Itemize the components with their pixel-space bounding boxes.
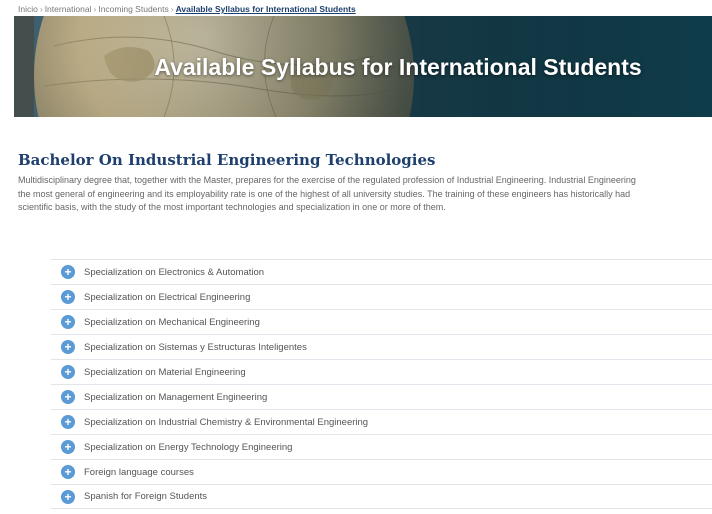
breadcrumb-separator: › [170, 4, 174, 14]
accordion-item[interactable]: + Specialization on Sistemas y Estructur… [51, 334, 712, 359]
banner-title: Available Syllabus for International Stu… [154, 54, 642, 80]
accordion-item[interactable]: + Spanish for Foreign Students [51, 484, 712, 509]
accordion-item-label: Specialization on Material Engineering [84, 366, 246, 378]
plus-circle-icon[interactable]: + [61, 390, 75, 404]
plus-circle-icon[interactable]: + [61, 265, 75, 279]
accordion-item-label: Specialization on Energy Technology Engi… [84, 441, 293, 453]
accordion-item-label: Specialization on Electronics & Automati… [84, 266, 265, 278]
accordion-item[interactable]: + Specialization on Industrial Chemistry… [51, 409, 712, 434]
accordion-item[interactable]: + Specialization on Mechanical Engineeri… [51, 309, 712, 334]
plus-circle-icon[interactable]: + [61, 415, 75, 429]
accordion-item[interactable]: + Specialization on Electrical Engineeri… [51, 284, 712, 309]
plus-circle-icon[interactable]: + [61, 340, 75, 354]
accordion-item-label: Specialization on Industrial Chemistry &… [84, 416, 369, 428]
accordion-item-label: Specialization on Management Engineering [84, 391, 268, 403]
accordion-item-label: Specialization on Mechanical Engineering [84, 316, 260, 328]
accordion-item-label: Specialization on Electrical Engineering [84, 291, 251, 303]
hero-banner: Available Syllabus for International Stu… [14, 16, 712, 117]
accordion-item[interactable]: + Specialization on Material Engineering [51, 359, 712, 384]
intro-line: scientific basis, with the study of the … [18, 202, 446, 212]
breadcrumb-separator: › [93, 4, 97, 14]
breadcrumb: Inicio › International › Incoming Students › A… [18, 3, 356, 15]
accordion-item[interactable]: + Specialization on Electronics & Automa… [51, 259, 712, 284]
breadcrumb-item-international[interactable]: International [45, 4, 92, 14]
plus-circle-icon[interactable]: + [61, 290, 75, 304]
plus-circle-icon[interactable]: + [61, 365, 75, 379]
intro-line: the most general of engineering and its … [18, 188, 631, 199]
specialization-accordion: + Specialization on Electronics & Automa… [51, 259, 712, 509]
breadcrumb-current[interactable]: Available Syllabus for International Stu… [176, 4, 356, 14]
accordion-item[interactable]: + Specialization on Energy Technology En… [51, 434, 712, 459]
plus-circle-icon[interactable]: + [61, 489, 75, 504]
section-title: Bachelor On Industrial Engineering Techn… [18, 151, 436, 169]
accordion-item-label: Specialization on Sistemas y Estructuras… [84, 341, 307, 353]
accordion-item[interactable]: + Specialization on Management Engineeri… [51, 384, 712, 409]
accordion-item-label: Foreign language courses [84, 466, 194, 478]
accordion-item-label: Spanish for Foreign Students [84, 491, 208, 502]
plus-circle-icon[interactable]: + [61, 440, 75, 454]
intro-line: Multidisciplinary degree that, together … [18, 175, 636, 185]
accordion-item[interactable]: + Foreign language courses [51, 459, 712, 484]
plus-circle-icon[interactable]: + [61, 465, 75, 479]
breadcrumb-separator: › [39, 4, 43, 14]
plus-circle-icon[interactable]: + [61, 315, 75, 329]
section-intro: Multidisciplinary degree that, together … [18, 174, 712, 215]
breadcrumb-item-incoming[interactable]: Incoming Students [98, 4, 168, 14]
breadcrumb-item-home[interactable]: Inicio [18, 4, 38, 14]
